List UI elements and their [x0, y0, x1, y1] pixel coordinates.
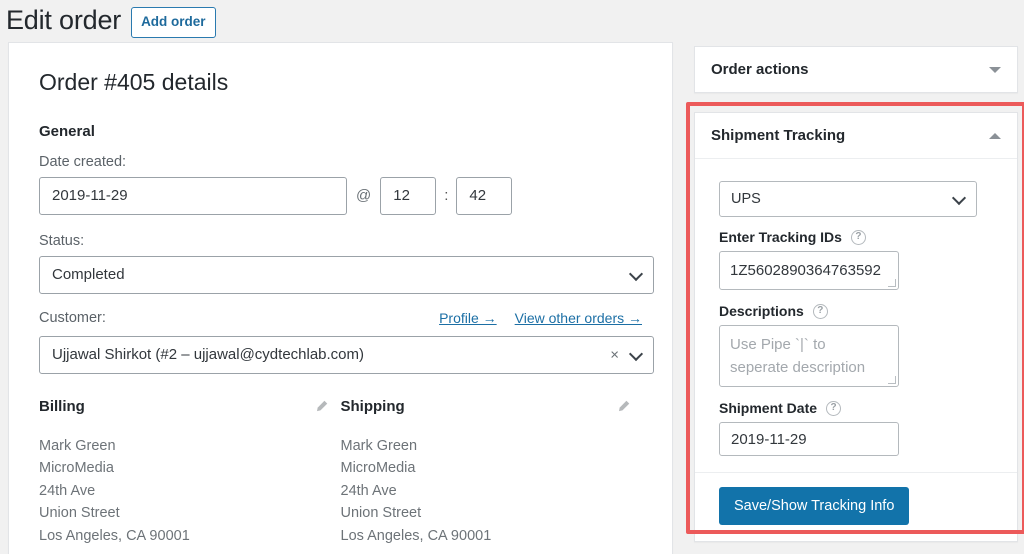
chevron-down-icon[interactable]: [989, 66, 1001, 73]
address-line: MicroMedia: [39, 460, 114, 477]
tracking-ids-field: Enter Tracking IDs ? 1Z5602890364763592: [719, 229, 993, 290]
address-line: Los Angeles, CA 90001: [39, 527, 190, 544]
tracking-ids-label-row: Enter Tracking IDs ?: [719, 229, 993, 245]
save-show-tracking-info-button[interactable]: Save/Show Tracking Info: [719, 487, 910, 525]
date-created-row: 2019-11-29 @ 12 : 42: [39, 176, 642, 215]
status-label: Status:: [39, 232, 85, 249]
sidebar: Order actions Shipment Tracking UPS Ente…: [686, 46, 1024, 542]
help-icon[interactable]: ?: [826, 400, 842, 416]
descriptions-label-row: Descriptions ?: [719, 303, 993, 319]
shipping-address: Mark Green MicroMedia 24th Ave Union Str…: [341, 435, 643, 548]
descriptions-textarea[interactable]: Use Pipe `|` to seperate description: [719, 325, 899, 387]
billing-address: Mark Green MicroMedia 24th Ave Union Str…: [39, 435, 341, 548]
chevron-down-icon: [628, 266, 644, 281]
date-created-input[interactable]: 2019-11-29: [39, 176, 347, 215]
shipment-date-label-row: Shipment Date ?: [719, 400, 993, 416]
minute-input[interactable]: 42: [456, 176, 513, 215]
chevron-down-icon: [951, 190, 967, 206]
address-line: Union Street: [39, 505, 120, 522]
tracking-ids-textarea[interactable]: 1Z5602890364763592: [719, 251, 899, 290]
address-columns: Billing Mark Green MicroMedia 24th Ave U…: [39, 398, 642, 548]
address-line: Union Street: [340, 505, 422, 522]
shipment-date-input[interactable]: 2019-11-29: [719, 422, 899, 456]
shipment-tracking-title: Shipment Tracking: [711, 127, 846, 144]
customer-select[interactable]: Ujjawal Shirkot (#2 – ujjawal@cydtechlab…: [39, 335, 654, 374]
general-heading: General: [39, 122, 95, 140]
shipment-tracking-panel: Shipment Tracking UPS Enter Tracking IDs…: [694, 112, 1018, 542]
address-line: Mark Green: [340, 437, 418, 454]
billing-heading: Billing: [39, 397, 85, 415]
help-icon[interactable]: ?: [812, 303, 828, 319]
status-select[interactable]: Completed: [39, 255, 654, 294]
descriptions-placeholder: Use Pipe `|` to seperate description: [730, 336, 866, 376]
tracking-ids-label: Enter Tracking IDs: [719, 229, 842, 245]
date-created-label: Date created:: [39, 153, 127, 170]
order-actions-header[interactable]: Order actions: [695, 47, 1017, 92]
resize-handle-icon[interactable]: [888, 376, 896, 384]
chevron-up-icon[interactable]: [989, 132, 1001, 139]
address-line: MicroMedia: [340, 460, 416, 477]
clear-icon[interactable]: ×: [610, 346, 619, 363]
help-icon[interactable]: ?: [850, 229, 866, 245]
order-details-title: Order #405 details: [39, 69, 229, 95]
shipment-tracking-footer: Save/Show Tracking Info: [695, 472, 1017, 541]
address-line: 24th Ave: [340, 482, 397, 499]
shipping-header-row: Shipping: [341, 398, 631, 415]
order-details-card: Order #405 details General Date created:…: [8, 42, 673, 554]
customer-label-row: Customer: Profile → View other orders →: [39, 310, 642, 329]
shipment-date-field: Shipment Date ? 2019-11-29: [719, 400, 993, 456]
edit-pencil-icon[interactable]: [616, 399, 631, 414]
page-title: Edit order: [6, 5, 122, 36]
shipping-heading: Shipping: [340, 397, 405, 415]
address-line: 24th Ave: [39, 482, 96, 499]
status-value: Completed: [52, 266, 125, 284]
billing-column: Billing Mark Green MicroMedia 24th Ave U…: [39, 398, 341, 548]
address-line: Los Angeles, CA 90001: [340, 527, 492, 544]
shipping-column: Shipping Mark Green MicroMedia 24th Ave …: [341, 398, 643, 548]
add-order-button[interactable]: Add order: [131, 7, 216, 38]
customer-value: Ujjawal Shirkot (#2 – ujjawal@cydtechlab…: [52, 346, 365, 364]
descriptions-label: Descriptions: [719, 303, 804, 319]
shipment-tracking-header[interactable]: Shipment Tracking: [695, 113, 1017, 159]
tracking-ids-value: 1Z5602890364763592: [730, 262, 881, 279]
page-header: Edit order Add order: [0, 0, 216, 40]
shipment-tracking-body: UPS Enter Tracking IDs ? 1Z5602890364763…: [695, 159, 1017, 456]
customer-links: Profile → View other orders →: [439, 310, 642, 326]
tracking-provider-select[interactable]: UPS: [719, 181, 977, 217]
order-actions-panel: Order actions: [694, 46, 1018, 93]
address-line: Mark Green: [39, 437, 116, 454]
time-separator: :: [444, 187, 449, 205]
shipment-date-label: Shipment Date: [719, 400, 818, 416]
chevron-down-icon: [628, 346, 644, 361]
edit-pencil-icon[interactable]: [314, 399, 329, 414]
page-root: Edit order Add order Order #405 details …: [0, 0, 1024, 554]
at-symbol: @: [356, 187, 372, 205]
hour-input[interactable]: 12: [380, 176, 437, 215]
billing-header-row: Billing: [39, 398, 329, 415]
profile-link[interactable]: Profile →: [439, 310, 497, 326]
descriptions-field: Descriptions ? Use Pipe `|` to seperate …: [719, 303, 993, 387]
order-actions-title: Order actions: [711, 61, 809, 78]
view-other-orders-link[interactable]: View other orders →: [515, 310, 642, 326]
tracking-provider-value: UPS: [731, 191, 761, 207]
resize-handle-icon[interactable]: [888, 279, 896, 287]
